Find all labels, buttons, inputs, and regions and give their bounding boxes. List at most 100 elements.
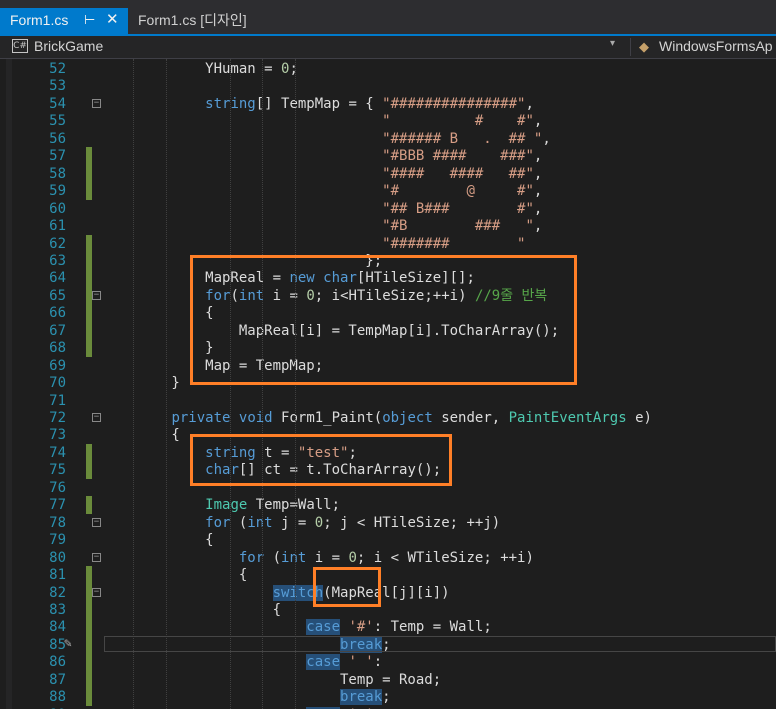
code-line[interactable]: 82 − switch(MapReal[j][i]) [0, 583, 776, 602]
code-text: "#### #### ##", [382, 165, 543, 182]
line-number: 58 [49, 165, 66, 182]
line-number: 82 [49, 584, 66, 601]
code-line[interactable]: 53 [0, 77, 776, 95]
line-number: 71 [49, 392, 66, 409]
code-line[interactable]: 62 "####### " [0, 234, 776, 253]
code-line[interactable]: 84 case '#': Temp = Wall; [0, 618, 776, 637]
change-marker [86, 600, 92, 619]
tab-form1-cs[interactable]: Form1.cs ⊢ ✕ [0, 8, 128, 34]
code-line[interactable]: 54 − string[] TempMap = { "##############… [0, 95, 776, 113]
fold-toggle-icon[interactable]: − [92, 290, 101, 300]
line-number: 69 [49, 357, 66, 374]
change-marker [86, 688, 92, 707]
class-dropdown[interactable]: ◆ WindowsFormsAp [637, 36, 776, 58]
code-line[interactable]: 83 { [0, 600, 776, 619]
code-line[interactable]: 58 "#### #### ##", [0, 164, 776, 183]
code-line[interactable]: 78 − for (int j = 0; j < HTileSize; ++j) [0, 514, 776, 532]
line-number: 72 [49, 410, 66, 426]
change-marker [86, 339, 92, 358]
change-marker [86, 269, 92, 288]
fold-toggle-icon[interactable]: − [92, 413, 101, 422]
code-line[interactable]: 88 break; [0, 688, 776, 707]
line-number: 87 [49, 671, 66, 688]
line-number: 57 [49, 148, 66, 165]
code-line[interactable]: 72 − private void Form1_Paint(object send… [0, 409, 776, 427]
change-marker [86, 443, 92, 462]
code-text: for (int j = 0; j < HTileSize; ++j) [205, 514, 501, 531]
line-number: 79 [49, 532, 66, 549]
code-line[interactable]: 81 { [0, 566, 776, 585]
close-icon[interactable]: ✕ [106, 8, 119, 32]
change-marker [86, 566, 92, 585]
change-marker [86, 653, 92, 672]
fold-toggle-icon[interactable]: − [92, 552, 101, 562]
code-editor[interactable]: 52 YHuman = 0; 53 54 − string[] TempMap = {… [0, 59, 776, 709]
change-marker [86, 618, 92, 637]
code-line[interactable]: 79 { [0, 531, 776, 549]
code-text: { [104, 601, 282, 618]
divider [630, 38, 631, 56]
code-line[interactable]: 86 case ' ': [0, 653, 776, 672]
change-marker [86, 164, 92, 183]
line-number: 62 [49, 235, 66, 252]
fold-toggle-icon[interactable]: − [92, 517, 101, 527]
dropdown-icon[interactable]: ▾ [610, 38, 615, 49]
tab-label: Form1.cs [10, 12, 69, 28]
line-number: 78 [49, 514, 66, 531]
code-text: break; [340, 689, 391, 706]
fold-toggle-icon[interactable]: − [92, 98, 101, 108]
line-number: 76 [49, 479, 66, 496]
change-marker [86, 461, 92, 480]
code-text: string[] TempMap = { "###############", [205, 95, 534, 112]
code-line[interactable]: 55 " # #", [0, 112, 776, 130]
line-number: 68 [49, 340, 66, 357]
line-number: 59 [49, 183, 66, 200]
code-text: "## B### #", [382, 200, 543, 217]
code-text: { [104, 532, 214, 549]
code-line[interactable]: 60 "## B### #", [0, 200, 776, 218]
code-text: Temp = Road; [104, 671, 442, 688]
line-number: 66 [49, 305, 66, 322]
code-line[interactable]: 77 Image Temp=Wall; [0, 496, 776, 515]
code-text: " # #", [382, 113, 543, 130]
indent-guide [166, 59, 167, 709]
code-line[interactable]: 80 − for (int i = 0; i < WTileSize; ++i) [0, 549, 776, 567]
change-marker [86, 496, 92, 515]
code-line[interactable]: 57 "#BBB #### ###", [0, 147, 776, 166]
code-text: private void Form1_Paint(object sender, … [171, 410, 652, 426]
line-number: 73 [49, 427, 66, 444]
tab-form1-designer[interactable]: Form1.cs [디자인] [128, 8, 268, 34]
code-line[interactable]: 59 "# @ #", [0, 182, 776, 201]
code-line[interactable]: 71 [0, 392, 776, 410]
code-line[interactable]: 52 YHuman = 0; [0, 60, 776, 78]
change-marker [86, 670, 92, 689]
code-text: } [104, 375, 180, 392]
code-text: { [104, 427, 180, 444]
csharp-file-icon: C# [12, 39, 28, 53]
line-number: 74 [49, 444, 66, 461]
pin-icon[interactable]: ⊢ [84, 8, 95, 32]
project-dropdown[interactable]: C# BrickGame [8, 36, 612, 58]
code-text: "###### B . ## ", [382, 130, 551, 147]
project-name: BrickGame [34, 38, 104, 54]
code-line[interactable]: 61 "#B ### ", [0, 217, 776, 235]
fold-toggle-icon[interactable]: − [92, 587, 101, 597]
line-number: 86 [49, 654, 66, 671]
code-line[interactable]: 87 Temp = Road; [0, 670, 776, 689]
code-text: case '.': [104, 706, 382, 709]
line-number: 54 [49, 95, 66, 112]
code-text: for (int i = 0; i < WTileSize; ++i) [238, 549, 534, 566]
annotation-box-test-string [190, 434, 452, 486]
line-number: 60 [49, 200, 66, 217]
line-number: 81 [49, 567, 66, 584]
change-marker [86, 147, 92, 166]
code-line[interactable]: 89 case '.': [0, 706, 776, 709]
code-text: "####### " [382, 235, 526, 252]
line-number: 61 [49, 218, 66, 235]
code-text: "#BBB #### ###", [382, 148, 543, 165]
pencil-icon: ✎ [64, 635, 72, 651]
code-text: { [104, 567, 248, 584]
code-text: "#B ### ", [382, 218, 543, 235]
annotation-box-switch-mapreal [313, 567, 381, 607]
code-line[interactable]: 56 "###### B . ## ", [0, 130, 776, 148]
